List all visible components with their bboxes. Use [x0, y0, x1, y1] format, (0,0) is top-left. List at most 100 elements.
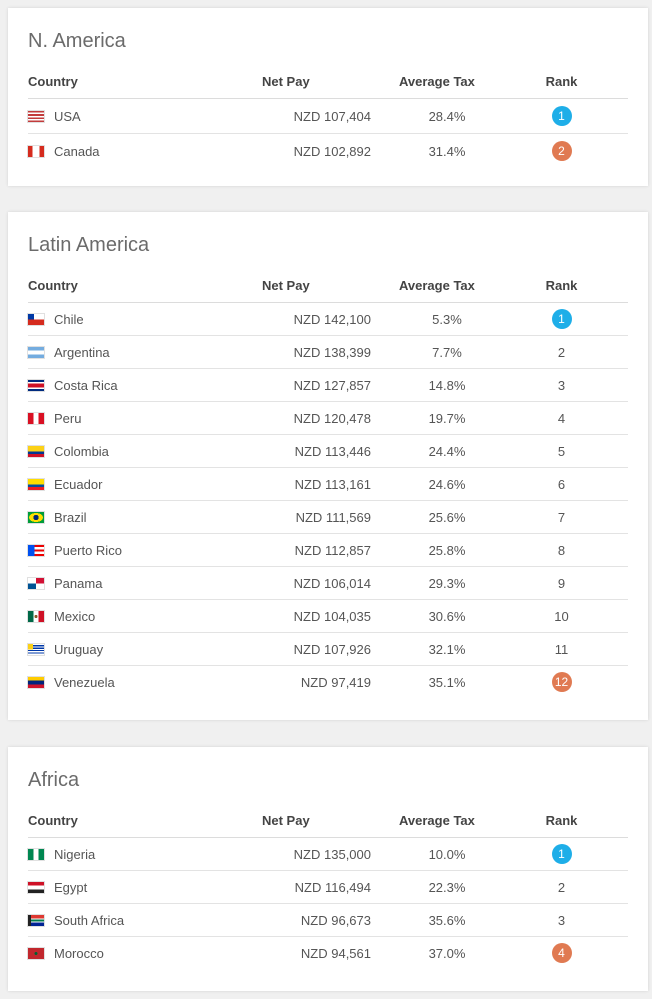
- country-name: Egypt: [54, 879, 88, 895]
- country-name: Colombia: [54, 443, 109, 459]
- header-net-pay: Net Pay: [246, 269, 371, 303]
- rank-value: 11: [495, 632, 628, 666]
- rank-value: 6: [495, 467, 628, 501]
- rank-value: 4: [495, 401, 628, 435]
- country-name: Nigeria: [54, 846, 96, 862]
- country-cell: Brazil: [28, 500, 246, 534]
- average-tax-value: 35.6%: [399, 903, 495, 937]
- rank-value: 5: [495, 434, 628, 468]
- net-pay-value: NZD 111,569: [246, 500, 371, 534]
- header-country: Country: [28, 65, 246, 99]
- rank-value: 7: [495, 500, 628, 534]
- header-country: Country: [28, 804, 246, 838]
- table-row: Puerto Rico NZD 112,857 25.8% 8: [28, 533, 628, 567]
- table-row: South Africa NZD 96,673 35.6% 3: [28, 903, 628, 937]
- table-row: Ecuador NZD 113,161 24.6% 6: [28, 467, 628, 501]
- average-tax-value: 25.6%: [399, 500, 495, 534]
- country-cell: Venezuela: [28, 666, 246, 699]
- morocco-flag-icon: [28, 947, 44, 959]
- table-row: Uruguay NZD 107,926 32.1% 11: [28, 632, 628, 666]
- average-tax-value: 22.3%: [399, 870, 495, 904]
- country-name: Argentina: [54, 344, 110, 360]
- average-tax-value: 29.3%: [399, 566, 495, 600]
- table-row: Nigeria NZD 135,000 10.0% 1: [28, 837, 628, 871]
- venezuela-flag-icon: [28, 676, 44, 688]
- rank-badge: 4: [551, 943, 572, 964]
- rank-badge: 1: [551, 844, 572, 864]
- rank-cell: 1: [495, 98, 628, 134]
- country-name: Peru: [54, 410, 82, 426]
- rank-cell: 2: [495, 134, 628, 169]
- south-africa-flag-icon: [28, 914, 44, 926]
- header-average-tax: Average Tax: [399, 65, 495, 99]
- rank-value: 2: [495, 870, 628, 904]
- country-cell: Uruguay: [28, 632, 246, 666]
- costa-rica-flag-icon: [28, 379, 44, 391]
- header-average-tax: Average Tax: [399, 804, 495, 838]
- net-pay-value: NZD 104,035: [246, 599, 371, 633]
- country-name: Uruguay: [54, 641, 104, 657]
- average-tax-value: 31.4%: [428, 143, 466, 159]
- country-cell: Argentina: [28, 335, 246, 369]
- region-card-n-america: N. America Country Net Pay Average Tax R…: [8, 8, 648, 186]
- country-name: Morocco: [54, 945, 104, 961]
- panama-flag-icon: [28, 577, 44, 589]
- table-row: Canada NZD 102,892 31.4% 2: [28, 134, 628, 169]
- net-pay-value: NZD 96,673: [246, 903, 371, 937]
- egypt-flag-icon: [28, 881, 44, 893]
- table-row: Egypt NZD 116,494 22.3% 2: [28, 870, 628, 904]
- country-name: Chile: [54, 311, 84, 327]
- table-row: Peru NZD 120,478 19.7% 4: [28, 401, 628, 435]
- ranking-table: Country Net Pay Average Tax Rank Chile NZ…: [28, 269, 628, 699]
- table-row: Argentina NZD 138,399 7.7% 2: [28, 335, 628, 369]
- average-tax-value: 25.8%: [399, 533, 495, 567]
- country-name: Venezuela: [54, 674, 115, 690]
- rank-cell: 1: [495, 837, 628, 871]
- table-header-row: Country Net Pay Average Tax Rank: [28, 269, 628, 303]
- average-tax-value: 30.6%: [399, 599, 495, 633]
- average-tax-value: 14.8%: [399, 368, 495, 402]
- country-cell: South Africa: [28, 903, 246, 937]
- average-tax-value: 24.6%: [399, 467, 495, 501]
- region-title: Africa: [28, 769, 80, 791]
- country-cell: Puerto Rico: [28, 533, 246, 567]
- region-title: Latin America: [28, 234, 150, 256]
- net-pay-value: NZD 94,561: [300, 945, 371, 961]
- region-card-africa: Africa Country Net Pay Average Tax Rank …: [8, 747, 648, 991]
- country-name: South Africa: [54, 912, 125, 928]
- region-card-latin-america: Latin America Country Net Pay Average Ta…: [8, 212, 648, 720]
- country-cell: Ecuador: [28, 467, 246, 501]
- average-tax-value: 7.7%: [399, 335, 495, 369]
- net-pay-value: NZD 97,419: [300, 674, 371, 690]
- header-net-pay: Net Pay: [246, 804, 371, 838]
- average-tax-value: 35.1%: [428, 674, 466, 690]
- rank-cell: 4: [495, 937, 628, 970]
- average-tax-value: 28.4%: [399, 98, 495, 134]
- table-row: USA NZD 107,404 28.4% 1: [28, 98, 628, 134]
- nigeria-flag-icon: [28, 848, 44, 860]
- net-pay-value: NZD 142,100: [246, 302, 371, 336]
- country-cell: Peru: [28, 401, 246, 435]
- average-tax-value: 19.7%: [399, 401, 495, 435]
- header-net-pay: Net Pay: [246, 65, 371, 99]
- net-pay-value: NZD 113,446: [246, 434, 371, 468]
- header-rank: Rank: [495, 804, 628, 838]
- country-cell: Colombia: [28, 434, 246, 468]
- colombia-flag-icon: [28, 445, 44, 457]
- net-pay-value: NZD 107,404: [246, 98, 371, 134]
- header-average-tax: Average Tax: [399, 269, 495, 303]
- country-cell: Morocco: [28, 937, 246, 970]
- ranking-table: Country Net Pay Average Tax Rank Nigeria…: [28, 804, 628, 970]
- net-pay-value: NZD 102,892: [293, 143, 371, 159]
- rank-value: 3: [495, 368, 628, 402]
- country-cell: Panama: [28, 566, 246, 600]
- table-header-row: Country Net Pay Average Tax Rank: [28, 804, 628, 838]
- average-tax-value: 24.4%: [399, 434, 495, 468]
- rank-cell: 1: [495, 302, 628, 336]
- rank-value: 9: [495, 566, 628, 600]
- country-name: Costa Rica: [54, 377, 118, 393]
- net-pay-value: NZD 107,926: [246, 632, 371, 666]
- average-tax-value: 37.0%: [428, 945, 466, 961]
- net-pay-value: NZD 120,478: [246, 401, 371, 435]
- header-country: Country: [28, 269, 246, 303]
